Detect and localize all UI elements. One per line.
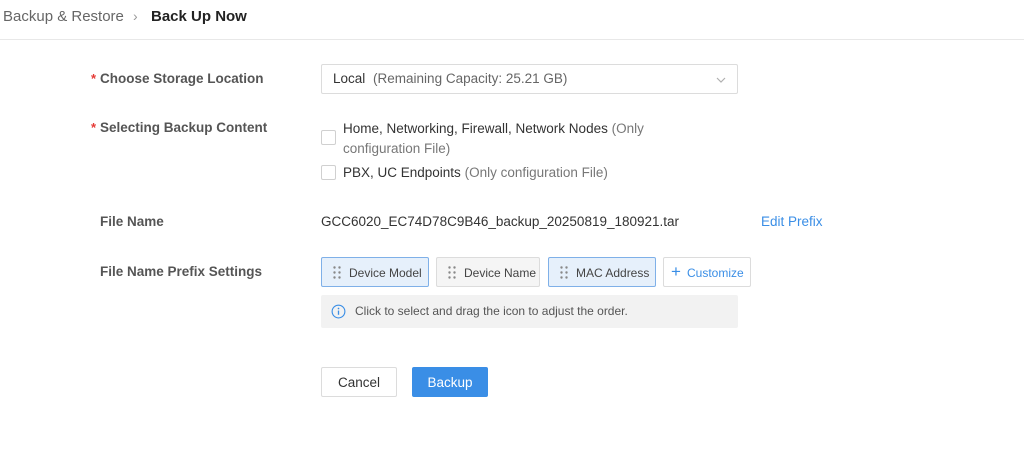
edit-prefix-link[interactable]: Edit Prefix <box>761 214 823 229</box>
breadcrumb-separator-icon: › <box>133 8 138 24</box>
customize-prefix-button[interactable]: + Customize <box>663 257 751 287</box>
storage-location-select[interactable]: Local (Remaining Capacity: 25.21 GB) <box>321 64 738 94</box>
backup-option-home-networking-checkbox[interactable] <box>321 130 336 145</box>
backup-option-home-networking-text: Home, Networking, Firewall, Network Node… <box>343 119 683 159</box>
customize-label: Customize <box>687 266 744 280</box>
page-title: Back Up Now <box>151 8 247 25</box>
storage-location-name: Local <box>333 71 366 86</box>
prefix-tip-text: Click to select and drag the icon to adj… <box>355 304 628 318</box>
prefix-chip-label: MAC Address <box>576 266 650 280</box>
prefix-chip-device-model[interactable]: Device Model <box>321 257 429 287</box>
drag-handle-icon <box>333 266 341 279</box>
backup-button[interactable]: Backup <box>412 367 488 397</box>
storage-capacity-text: (Remaining Capacity: 25.21 GB) <box>373 71 568 86</box>
plus-icon: + <box>671 262 681 281</box>
prefix-chip-label: Device Name <box>464 266 537 280</box>
backup-option-label: PBX, UC Endpoints <box>343 165 461 180</box>
prefix-settings-label: File Name Prefix Settings <box>100 264 263 279</box>
breadcrumb-parent-link[interactable]: Backup & Restore <box>3 8 124 25</box>
drag-handle-icon <box>560 266 568 279</box>
prefix-tip-box: Click to select and drag the icon to adj… <box>321 295 738 328</box>
file-name-label: File Name <box>100 214 164 229</box>
backup-option-pbx-uc-checkbox[interactable] <box>321 165 336 180</box>
page-header: Backup & Restore › Back Up Now <box>0 0 1024 40</box>
backup-option-pbx-uc-text: PBX, UC Endpoints (Only configuration Fi… <box>343 163 683 183</box>
chevron-down-icon <box>716 77 726 83</box>
prefix-chip-label: Device Model <box>349 266 422 280</box>
storage-location-value: Local (Remaining Capacity: 25.21 GB) <box>333 71 567 86</box>
info-icon <box>331 304 346 319</box>
required-mark: * <box>91 71 97 86</box>
required-mark: * <box>91 120 97 135</box>
prefix-chip-device-name[interactable]: Device Name <box>436 257 540 287</box>
prefix-chip-mac-address[interactable]: MAC Address <box>548 257 656 287</box>
backup-content-label: Selecting Backup Content <box>100 120 268 135</box>
cancel-button[interactable]: Cancel <box>321 367 397 397</box>
storage-location-label: Choose Storage Location <box>100 71 264 86</box>
backup-option-note: (Only configuration File) <box>464 165 608 180</box>
backup-option-label: Home, Networking, Firewall, Network Node… <box>343 121 608 136</box>
drag-handle-icon <box>448 266 456 279</box>
file-name-value: GCC6020_EC74D78C9B46_backup_20250819_180… <box>321 214 680 229</box>
